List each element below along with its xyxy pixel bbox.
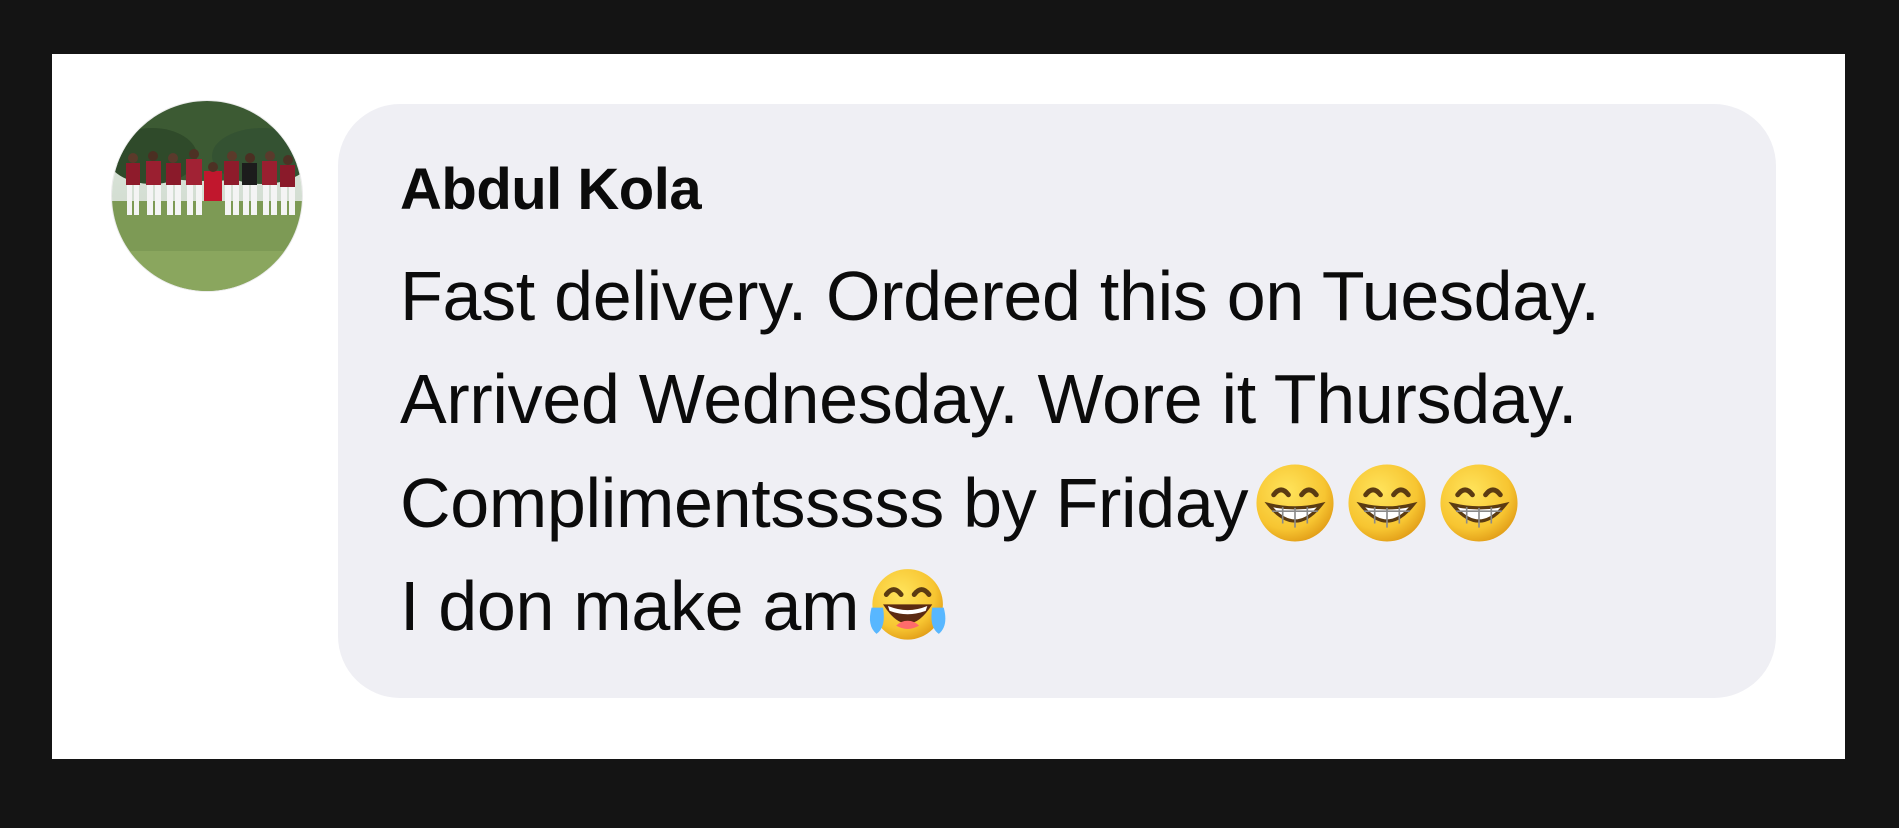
face-with-tears-of-joy-icon: [865, 565, 947, 647]
comment-text: I don make am: [400, 567, 860, 645]
comment-card: Abdul Kola Fast delivery. Ordered this o…: [52, 54, 1845, 759]
comment-text-line: Complimentsssss by Friday: [400, 462, 1520, 544]
grinning-face-icon: [1254, 462, 1336, 544]
grinning-face-icon: [1438, 462, 1520, 544]
comment-bubble: Abdul Kola Fast delivery. Ordered this o…: [338, 104, 1776, 698]
comment-text: Arrived Wednesday. Wore it Thursday.: [400, 360, 1578, 438]
comment-text-line: Arrived Wednesday. Wore it Thursday.: [400, 359, 1577, 439]
avatar[interactable]: [112, 101, 302, 291]
comment-author-name[interactable]: Abdul Kola: [400, 156, 702, 223]
comment-text-line: Fast delivery. Ordered this on Tuesday.: [400, 256, 1600, 336]
comment-text: Fast delivery. Ordered this on Tuesday.: [400, 257, 1600, 335]
comment-text: Complimentsssss by Friday: [400, 464, 1249, 542]
avatar-image: [112, 101, 302, 291]
grinning-face-icon: [1346, 462, 1428, 544]
comment-text-line: I don make am: [400, 565, 947, 647]
